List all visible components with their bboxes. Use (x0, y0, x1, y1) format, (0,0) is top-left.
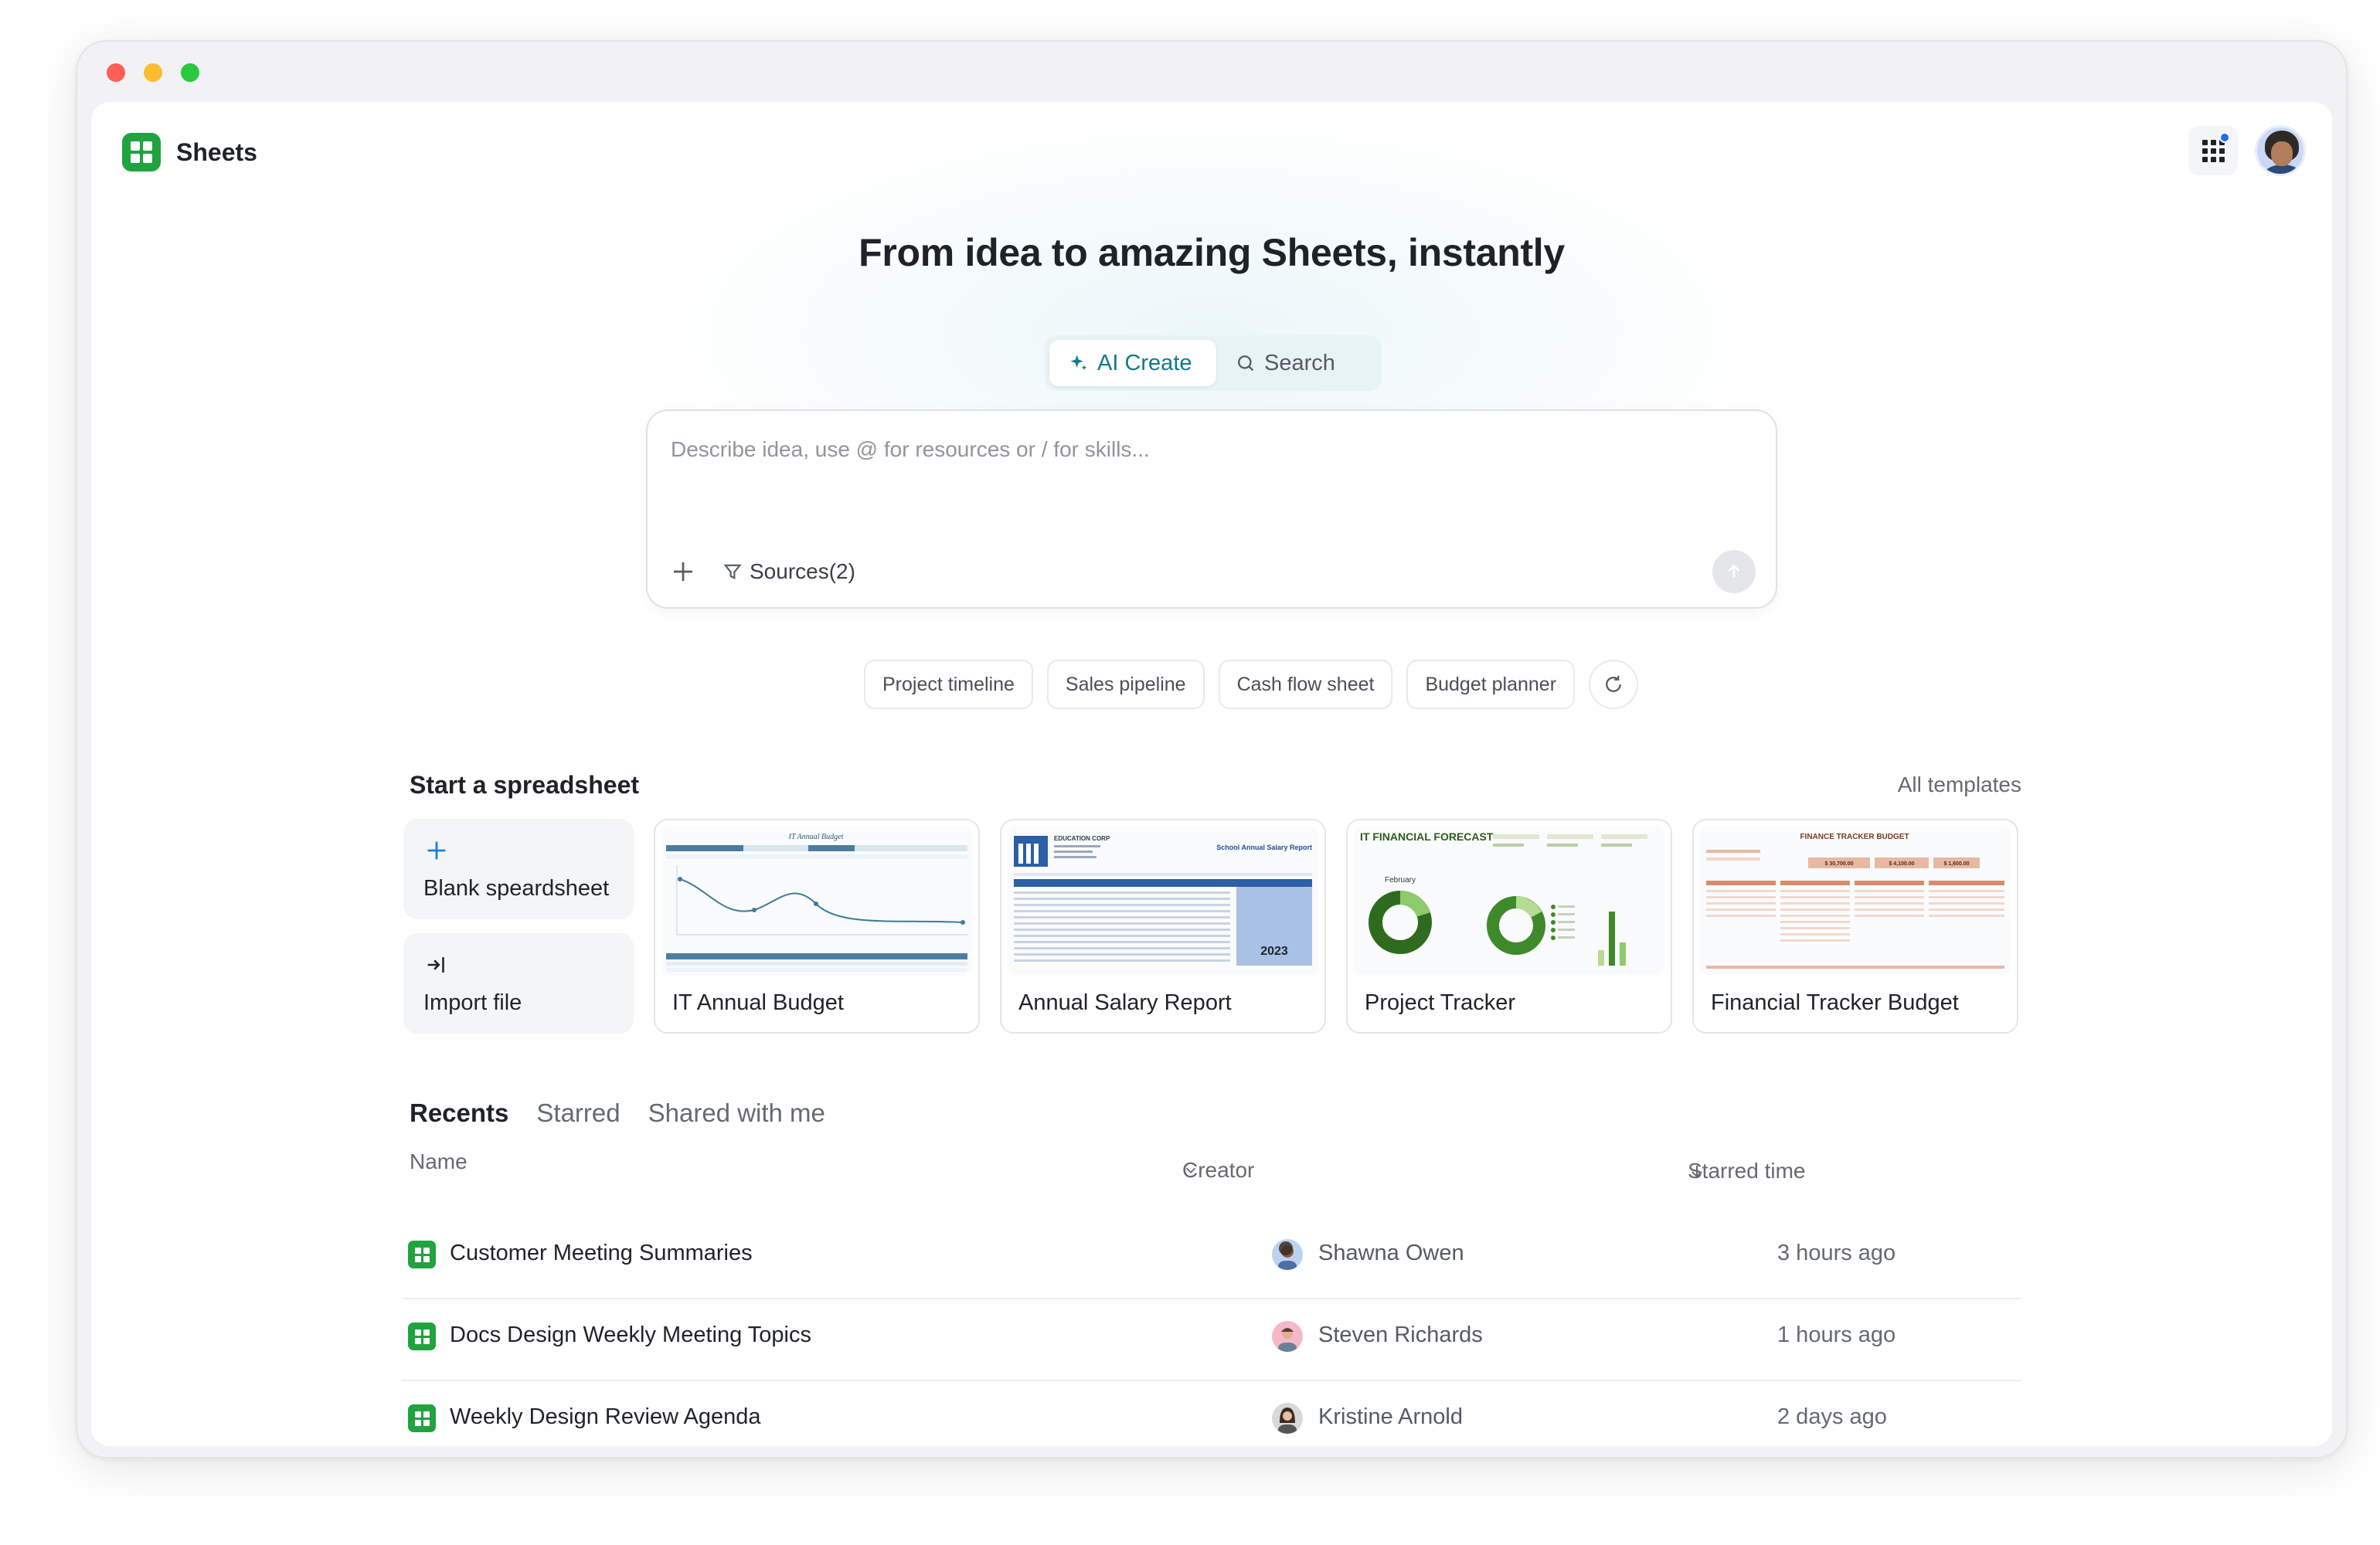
suggestion-chip[interactable]: Budget planner (1406, 660, 1576, 709)
search-icon (1238, 355, 1254, 372)
starred-time: 2 days ago (1777, 1404, 1887, 1429)
file-name: Customer Meeting Summaries (450, 1241, 753, 1265)
blank-spreadsheet-card[interactable]: Blank speardsheet (403, 819, 634, 919)
suggestion-chips: Project timeline Sales pipeline Cash flo… (864, 660, 1639, 709)
thumb-title: IT FINANCIAL FORECAST (1360, 830, 1494, 843)
file-list-tabs: Recents Starred Shared with me (410, 1098, 825, 1128)
arrow-up-icon (1728, 564, 1740, 578)
template-name: Financial Tracker Budget (1711, 990, 1959, 1015)
prompt-input[interactable]: Describe idea, use @ for resources or / … (671, 437, 1150, 462)
table-row[interactable]: Customer Meeting Summaries Shawna Owen 3… (402, 1217, 2021, 1299)
template-card-financial-tracker-budget[interactable]: FINANCE TRACKER BUDGET $ 30,700.00 $ 4,1… (1692, 819, 2018, 1034)
thumb-value: $ 4,100.00 (1889, 861, 1914, 867)
tab-search[interactable]: Search (1216, 340, 1354, 386)
sheet-file-icon (408, 1404, 436, 1432)
column-creator[interactable]: Creator (1182, 1158, 1254, 1182)
start-actions: Blank speardsheet Import file (403, 819, 635, 1048)
import-icon (427, 957, 444, 973)
template-name: Project Tracker (1365, 990, 1515, 1015)
send-button[interactable] (1712, 550, 1756, 593)
column-name-label: Name (410, 1149, 468, 1173)
brand[interactable]: Sheets (122, 133, 257, 171)
refresh-icon (1606, 675, 1621, 692)
creator-name: Steven Richards (1318, 1323, 1483, 1347)
close-window-button[interactable] (107, 63, 125, 82)
template-card-project-tracker[interactable]: IT FINANCIAL FORECAST February Project T… (1346, 819, 1672, 1034)
table-row[interactable]: Docs Design Weekly Meeting Topics Steven… (402, 1299, 2021, 1381)
template-name: IT Annual Budget (672, 990, 844, 1015)
suggestion-chip[interactable]: Sales pipeline (1046, 660, 1205, 709)
filter-icon (723, 564, 742, 579)
tab-recents[interactable]: Recents (410, 1098, 508, 1128)
thumb-value: $ 1,600.00 (1943, 861, 1969, 867)
sheet-file-icon (408, 1323, 436, 1350)
column-starred-time[interactable]: Starred time (1688, 1159, 1806, 1183)
tab-ai-create-label: AI Create (1097, 350, 1192, 375)
maximize-window-button[interactable] (181, 63, 199, 82)
user-avatar[interactable] (2255, 125, 2306, 176)
thumb-value: $ 30,700.00 (1825, 861, 1854, 867)
suggestion-chip[interactable]: Cash flow sheet (1218, 660, 1393, 709)
app-window: Sheets From idea to amazing Sheets, inst… (76, 40, 2348, 1458)
table-row[interactable]: Weekly Design Review Agenda Kristine Arn… (402, 1381, 2021, 1446)
template-thumbnail: IT FINANCIAL FORECAST February (1354, 827, 1664, 975)
suggestion-chip[interactable]: Project timeline (864, 660, 1033, 709)
thumb-title: IT Annual Budget (788, 833, 844, 841)
plus-icon (427, 841, 446, 860)
all-templates-link[interactable]: All templates (1898, 772, 2021, 797)
sheets-logo-icon (122, 133, 161, 171)
sheets-home: Sheets From idea to amazing Sheets, inst… (91, 102, 2332, 1446)
template-name: Annual Salary Report (1018, 990, 1232, 1015)
tab-ai-create[interactable]: AI Create (1049, 340, 1216, 386)
thumb-month: February (1385, 876, 1416, 885)
tab-shared-with-me[interactable]: Shared with me (648, 1098, 825, 1128)
sources-label: Sources(2) (750, 559, 855, 583)
thumb-title: FINANCE TRACKER BUDGET (1800, 833, 1909, 841)
template-thumbnail: EDUCATION CORP School Annual Salary Repo… (1008, 827, 1318, 975)
template-card-annual-salary-report[interactable]: EDUCATION CORP School Annual Salary Repo… (1000, 819, 1326, 1034)
blank-spreadsheet-label: Blank speardsheet (423, 876, 610, 901)
window-controls (107, 63, 199, 82)
creator-name: Kristine Arnold (1318, 1404, 1463, 1429)
sources-button[interactable]: Sources(2) (722, 559, 855, 584)
thumb-org: EDUCATION CORP (1054, 835, 1110, 842)
page-headline: From idea to amazing Sheets, instantly (858, 231, 1565, 274)
minimize-window-button[interactable] (144, 63, 162, 82)
thumb-year: 2023 (1260, 945, 1288, 958)
tab-starred[interactable]: Starred (536, 1098, 620, 1128)
sheet-file-icon (408, 1241, 436, 1268)
import-file-card[interactable]: Import file (403, 933, 634, 1034)
notification-dot (2219, 132, 2230, 143)
file-name: Weekly Design Review Agenda (450, 1404, 761, 1429)
tab-search-label: Search (1264, 350, 1335, 375)
app-name: Sheets (176, 138, 257, 166)
creator-avatar (1272, 1403, 1303, 1434)
sparkle-icon (1070, 355, 1087, 371)
start-section-title: Start a spreadsheet (410, 771, 640, 799)
import-file-label: Import file (423, 990, 522, 1015)
mode-switcher: AI Create Search (1045, 335, 1382, 391)
top-right-actions (2188, 125, 2306, 176)
creator-avatar (1272, 1321, 1303, 1352)
app-launcher-button[interactable] (2188, 126, 2238, 175)
column-time-label: Starred time (1688, 1159, 1806, 1183)
file-name: Docs Design Weekly Meeting Topics (450, 1323, 811, 1347)
starred-time: 1 hours ago (1777, 1323, 1896, 1347)
creator-name: Shawna Owen (1318, 1241, 1464, 1265)
template-thumbnail: FINANCE TRACKER BUDGET $ 30,700.00 $ 4,1… (1700, 827, 2011, 975)
prompt-box[interactable]: Describe idea, use @ for resources or / … (646, 409, 1777, 609)
thumb-title: School Annual Salary Report (1216, 844, 1312, 851)
starred-time: 3 hours ago (1777, 1241, 1896, 1265)
file-table: Customer Meeting Summaries Shawna Owen 3… (402, 1217, 2021, 1446)
creator-avatar (1272, 1239, 1303, 1270)
template-thumbnail: IT Annual Budget (661, 827, 972, 975)
column-creator-label: Creator (1182, 1158, 1255, 1182)
template-card-it-annual-budget[interactable]: IT Annual Budget IT Annual Budget (654, 819, 980, 1034)
refresh-suggestions-button[interactable] (1589, 660, 1639, 709)
add-icon[interactable] (669, 558, 697, 586)
